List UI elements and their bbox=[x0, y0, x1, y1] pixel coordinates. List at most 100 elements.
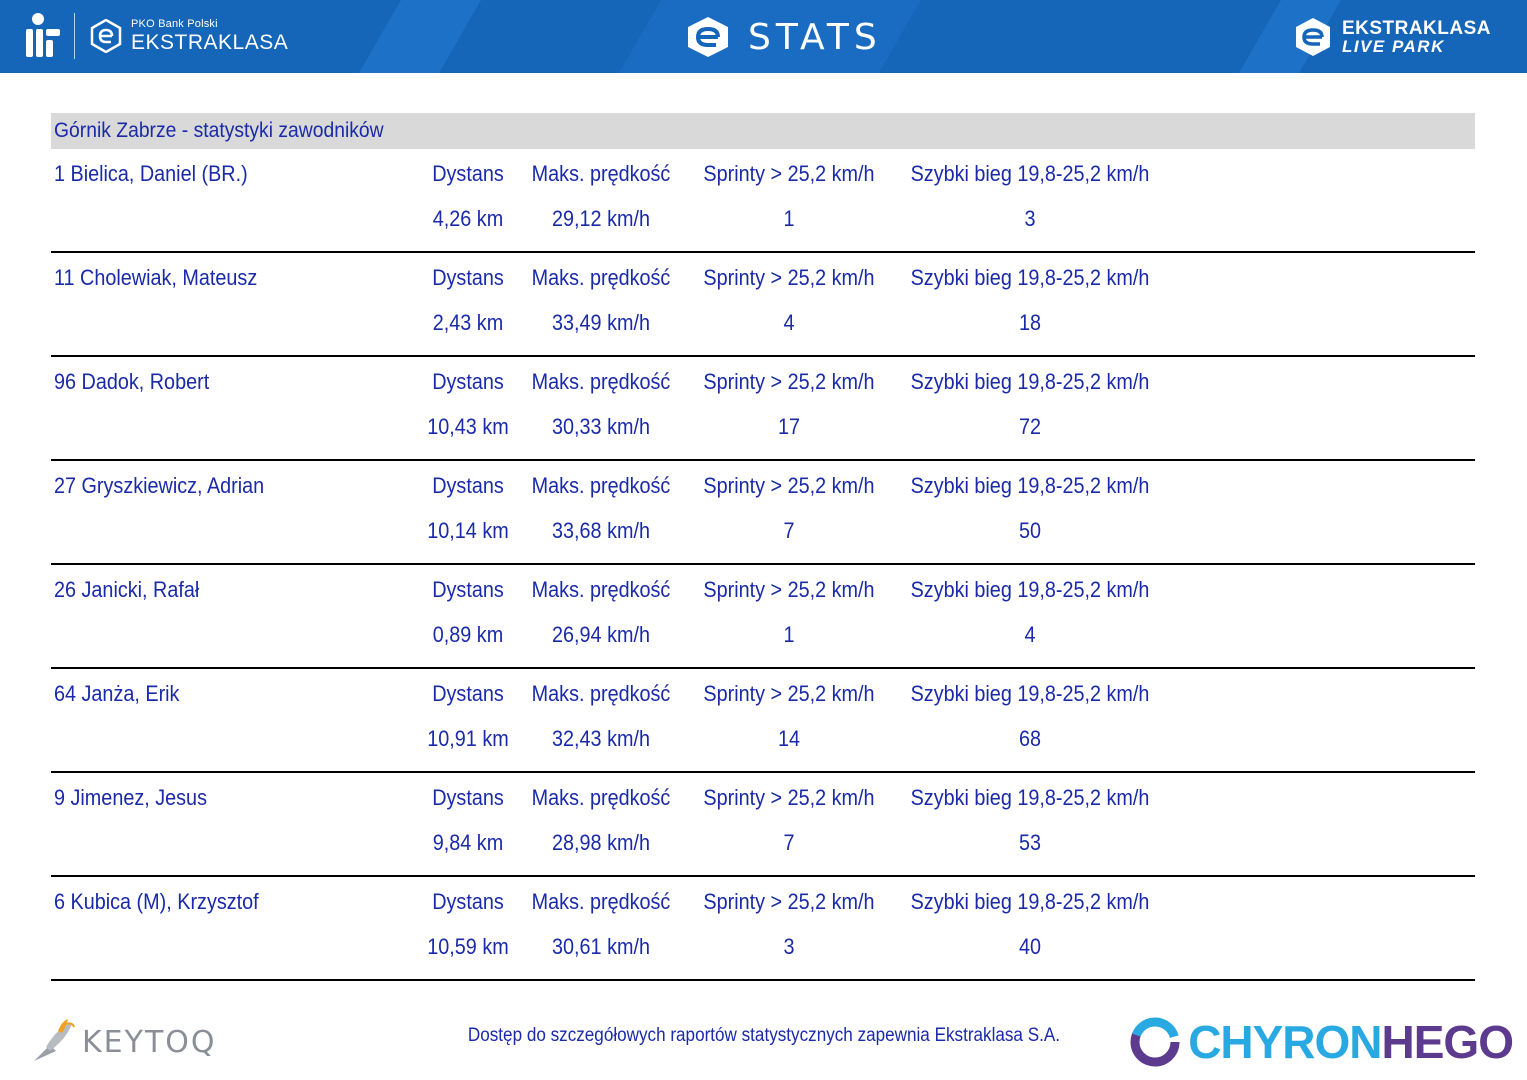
player-row: 6 Kubica (M), Krzysztof Dystans Maks. pr… bbox=[51, 877, 1475, 981]
sponsor-big-text: EKSTRAKLASA bbox=[131, 31, 289, 54]
footer-note-text: Dostęp do szczegółowych raportów statyst… bbox=[467, 1025, 1060, 1046]
fast-run-label: Szybki bieg 19,8-25,2 km/h bbox=[910, 161, 1150, 186]
row-divider bbox=[51, 979, 1475, 981]
chyron-wordmark: CHYRON bbox=[1188, 1016, 1382, 1068]
distance-value: 10,59 km bbox=[427, 934, 509, 959]
fast-run-label: Szybki bieg 19,8-25,2 km/h bbox=[910, 369, 1150, 394]
max-speed-label: Maks. prędkość bbox=[531, 473, 671, 498]
chyronhego-logo: CHYRON HEGO bbox=[1128, 1014, 1514, 1070]
ekstraklasa-e-icon bbox=[688, 17, 728, 57]
sprints-label: Sprinty > 25,2 km/h bbox=[703, 681, 875, 706]
sponsor-small-text: PKO Bank Polski bbox=[131, 18, 218, 30]
pko-icon bbox=[26, 13, 62, 59]
sprints-label: Sprinty > 25,2 km/h bbox=[703, 889, 875, 914]
max-speed-value: 33,68 km/h bbox=[552, 518, 650, 543]
max-speed-label: Maks. prędkość bbox=[531, 161, 671, 186]
sprints-label: Sprinty > 25,2 km/h bbox=[703, 161, 875, 186]
max-speed-value: 32,43 km/h bbox=[552, 726, 650, 751]
player-row: 9 Jimenez, Jesus Dystans Maks. prędkość … bbox=[51, 773, 1475, 877]
player-name: 11 Cholewiak, Mateusz bbox=[54, 265, 258, 290]
fast-run-label: Szybki bieg 19,8-25,2 km/h bbox=[910, 785, 1150, 810]
fast-run-value: 50 bbox=[1018, 518, 1042, 543]
player-row: 64 Janża, Erik Dystans Maks. prędkość Sp… bbox=[51, 669, 1475, 773]
distance-value: 10,43 km bbox=[427, 414, 509, 439]
pko-ekstraklasa-logo: PKO Bank Polski EKSTRAKLASA bbox=[26, 10, 288, 62]
fast-run-value: 4 bbox=[1024, 622, 1036, 647]
live-park-logo: EKSTRAKLASA LIVE PARK bbox=[1292, 14, 1491, 60]
player-name: 9 Jimenez, Jesus bbox=[54, 785, 207, 810]
max-speed-value: 28,98 km/h bbox=[552, 830, 650, 855]
fast-run-label: Szybki bieg 19,8-25,2 km/h bbox=[910, 577, 1150, 602]
sprints-value: 1 bbox=[783, 622, 795, 647]
player-row: 96 Dadok, Robert Dystans Maks. prędkość … bbox=[51, 357, 1475, 461]
max-speed-label: Maks. prędkość bbox=[531, 577, 671, 602]
team-header: Górnik Zabrze - statystyki zawodników bbox=[51, 113, 1475, 149]
live-park-line2: LIVE PARK bbox=[1341, 37, 1445, 56]
distance-label: Dystans bbox=[432, 265, 504, 290]
distance-value: 2,43 km bbox=[432, 310, 504, 335]
hego-wordmark: HEGO bbox=[1381, 1016, 1514, 1068]
player-row: 26 Janicki, Rafał Dystans Maks. prędkość… bbox=[51, 565, 1475, 669]
distance-value: 4,26 km bbox=[432, 206, 504, 231]
sprints-value: 1 bbox=[783, 206, 795, 231]
max-speed-value: 30,61 km/h bbox=[552, 934, 650, 959]
sprints-value: 4 bbox=[783, 310, 795, 335]
player-name: 96 Dadok, Robert bbox=[54, 369, 210, 394]
max-speed-value: 30,33 km/h bbox=[552, 414, 650, 439]
max-speed-label: Maks. prędkość bbox=[531, 681, 671, 706]
fast-run-label: Szybki bieg 19,8-25,2 km/h bbox=[910, 889, 1150, 914]
player-row: 1 Bielica, Daniel (BR.) Dystans Maks. pr… bbox=[51, 149, 1475, 253]
max-speed-label: Maks. prędkość bbox=[531, 889, 671, 914]
fast-run-value: 3 bbox=[1024, 206, 1036, 231]
sprints-label: Sprinty > 25,2 km/h bbox=[703, 785, 875, 810]
max-speed-label: Maks. prędkość bbox=[531, 265, 671, 290]
sprints-label: Sprinty > 25,2 km/h bbox=[703, 577, 875, 602]
logo-divider bbox=[74, 13, 75, 59]
fast-run-value: 53 bbox=[1018, 830, 1042, 855]
header-stripe bbox=[358, 0, 482, 73]
sprints-value: 7 bbox=[783, 518, 795, 543]
max-speed-value: 29,12 km/h bbox=[552, 206, 650, 231]
team-title: Górnik Zabrze - statystyki zawodników bbox=[54, 119, 384, 142]
distance-value: 0,89 km bbox=[432, 622, 504, 647]
distance-value: 9,84 km bbox=[432, 830, 504, 855]
distance-label: Dystans bbox=[432, 681, 504, 706]
distance-value: 10,14 km bbox=[427, 518, 509, 543]
player-row: 27 Gryszkiewicz, Adrian Dystans Maks. pr… bbox=[51, 461, 1475, 565]
player-name: 27 Gryszkiewicz, Adrian bbox=[54, 473, 265, 498]
max-speed-label: Maks. prędkość bbox=[531, 785, 671, 810]
player-row: 11 Cholewiak, Mateusz Dystans Maks. pręd… bbox=[51, 253, 1475, 357]
distance-label: Dystans bbox=[432, 369, 504, 394]
page-title: STATS bbox=[748, 16, 882, 58]
ekstraklasa-live-park-icon bbox=[1295, 18, 1330, 56]
player-name: 26 Janicki, Rafał bbox=[54, 577, 200, 602]
distance-label: Dystans bbox=[432, 889, 504, 914]
header-bar: PKO Bank Polski EKSTRAKLASA STATS EKSTRA… bbox=[0, 0, 1527, 73]
live-park-line1: EKSTRAKLASA bbox=[1341, 18, 1491, 39]
fast-run-value: 68 bbox=[1018, 726, 1042, 751]
distance-value: 10,91 km bbox=[427, 726, 509, 751]
fast-run-label: Szybki bieg 19,8-25,2 km/h bbox=[910, 473, 1150, 498]
player-name: 1 Bielica, Daniel (BR.) bbox=[54, 161, 248, 186]
distance-label: Dystans bbox=[432, 577, 504, 602]
player-name: 64 Janża, Erik bbox=[54, 681, 180, 706]
distance-label: Dystans bbox=[432, 785, 504, 810]
fast-run-value: 18 bbox=[1018, 310, 1042, 335]
sprints-value: 7 bbox=[783, 830, 795, 855]
stats-title-block: STATS bbox=[684, 12, 882, 62]
max-speed-value: 26,94 km/h bbox=[552, 622, 650, 647]
distance-label: Dystans bbox=[432, 161, 504, 186]
fast-run-label: Szybki bieg 19,8-25,2 km/h bbox=[910, 681, 1150, 706]
sprints-value: 3 bbox=[783, 934, 795, 959]
fast-run-value: 40 bbox=[1018, 934, 1042, 959]
sprints-label: Sprinty > 25,2 km/h bbox=[703, 369, 875, 394]
ekstraklasa-badge-icon bbox=[90, 19, 122, 53]
sprints-value: 17 bbox=[777, 414, 801, 439]
max-speed-value: 33,49 km/h bbox=[552, 310, 650, 335]
chyronhego-swirl-icon bbox=[1130, 1017, 1180, 1067]
sprints-value: 14 bbox=[777, 726, 801, 751]
player-name: 6 Kubica (M), Krzysztof bbox=[54, 889, 259, 914]
sprints-label: Sprinty > 25,2 km/h bbox=[703, 265, 875, 290]
fast-run-label: Szybki bieg 19,8-25,2 km/h bbox=[910, 265, 1150, 290]
fast-run-value: 72 bbox=[1018, 414, 1042, 439]
